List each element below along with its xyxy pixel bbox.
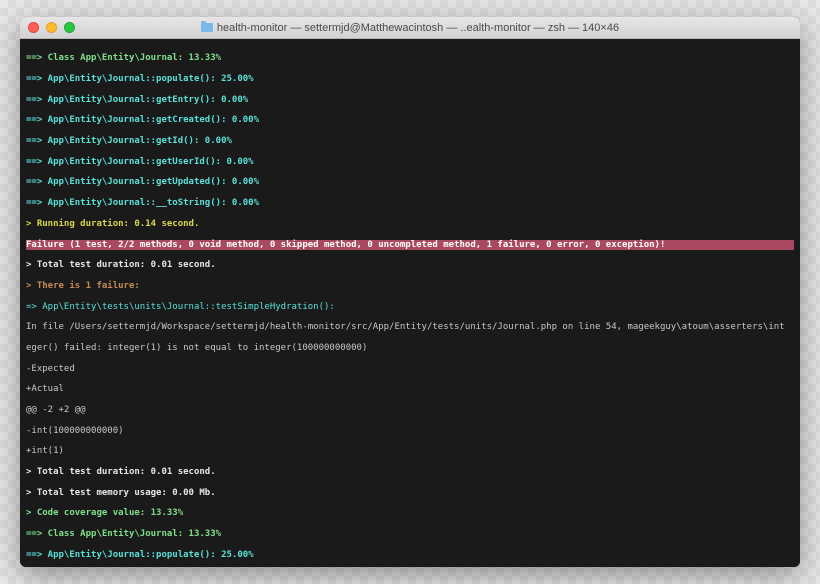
- method-line: ==> App\Entity\Journal::__toString(): 0.…: [26, 198, 794, 208]
- method-line: ==> App\Entity\Journal::getEntry(): 0.00…: [26, 95, 794, 105]
- diff-hunk: @@ -2 +2 @@: [26, 405, 794, 415]
- method-line: ==> App\Entity\Journal::getUpdated(): 0.…: [26, 177, 794, 187]
- terminal-window: health-monitor — settermjd@Matthewacinto…: [20, 17, 800, 567]
- method-line: ==> App\Entity\Journal::getId(): 0.00%: [26, 136, 794, 146]
- close-icon[interactable]: [28, 22, 39, 33]
- zoom-icon[interactable]: [64, 22, 75, 33]
- coverage-value: > Code coverage value: 13.33%: [26, 508, 794, 518]
- terminal-body[interactable]: ==> Class App\Entity\Journal: 13.33% ==>…: [20, 39, 800, 567]
- window-title-text: health-monitor — settermjd@Matthewacinto…: [217, 22, 619, 34]
- diff-actual: +Actual: [26, 384, 794, 394]
- class-header: ==> Class App\Entity\Journal: 13.33%: [26, 529, 794, 539]
- method-line: ==> App\Entity\Journal::getUserId(): 0.0…: [26, 157, 794, 167]
- running-duration: > Running duration: 0.14 second.: [26, 219, 794, 229]
- total-memory: > Total test memory usage: 0.00 Mb.: [26, 488, 794, 498]
- method-line: ==> App\Entity\Journal::getCreated(): 0.…: [26, 115, 794, 125]
- folder-icon: [201, 23, 213, 32]
- diff-minus: -int(100000000000): [26, 426, 794, 436]
- class-header: ==> Class App\Entity\Journal: 13.33%: [26, 53, 794, 63]
- method-line: ==> App\Entity\Journal::populate(): 25.0…: [26, 550, 794, 560]
- method-line: ==> App\Entity\Journal::populate(): 25.0…: [26, 74, 794, 84]
- diff-plus: +int(1): [26, 446, 794, 456]
- failure-detail: eger() failed: integer(1) is not equal t…: [26, 343, 794, 353]
- window-controls: [28, 22, 75, 33]
- minimize-icon[interactable]: [46, 22, 57, 33]
- failure-summary: Failure (1 test, 2/2 methods, 0 void met…: [26, 240, 794, 250]
- failure-count: > There is 1 failure:: [26, 281, 794, 291]
- window-title: health-monitor — settermjd@Matthewacinto…: [20, 22, 800, 34]
- failing-test: => App\Entity\tests\units\Journal::testS…: [26, 302, 794, 312]
- total-duration: > Total test duration: 0.01 second.: [26, 260, 794, 270]
- diff-expected: -Expected: [26, 364, 794, 374]
- failure-file: In file /Users/settermjd/Workspace/sette…: [26, 322, 794, 332]
- total-duration: > Total test duration: 0.01 second.: [26, 467, 794, 477]
- titlebar[interactable]: health-monitor — settermjd@Matthewacinto…: [20, 17, 800, 39]
